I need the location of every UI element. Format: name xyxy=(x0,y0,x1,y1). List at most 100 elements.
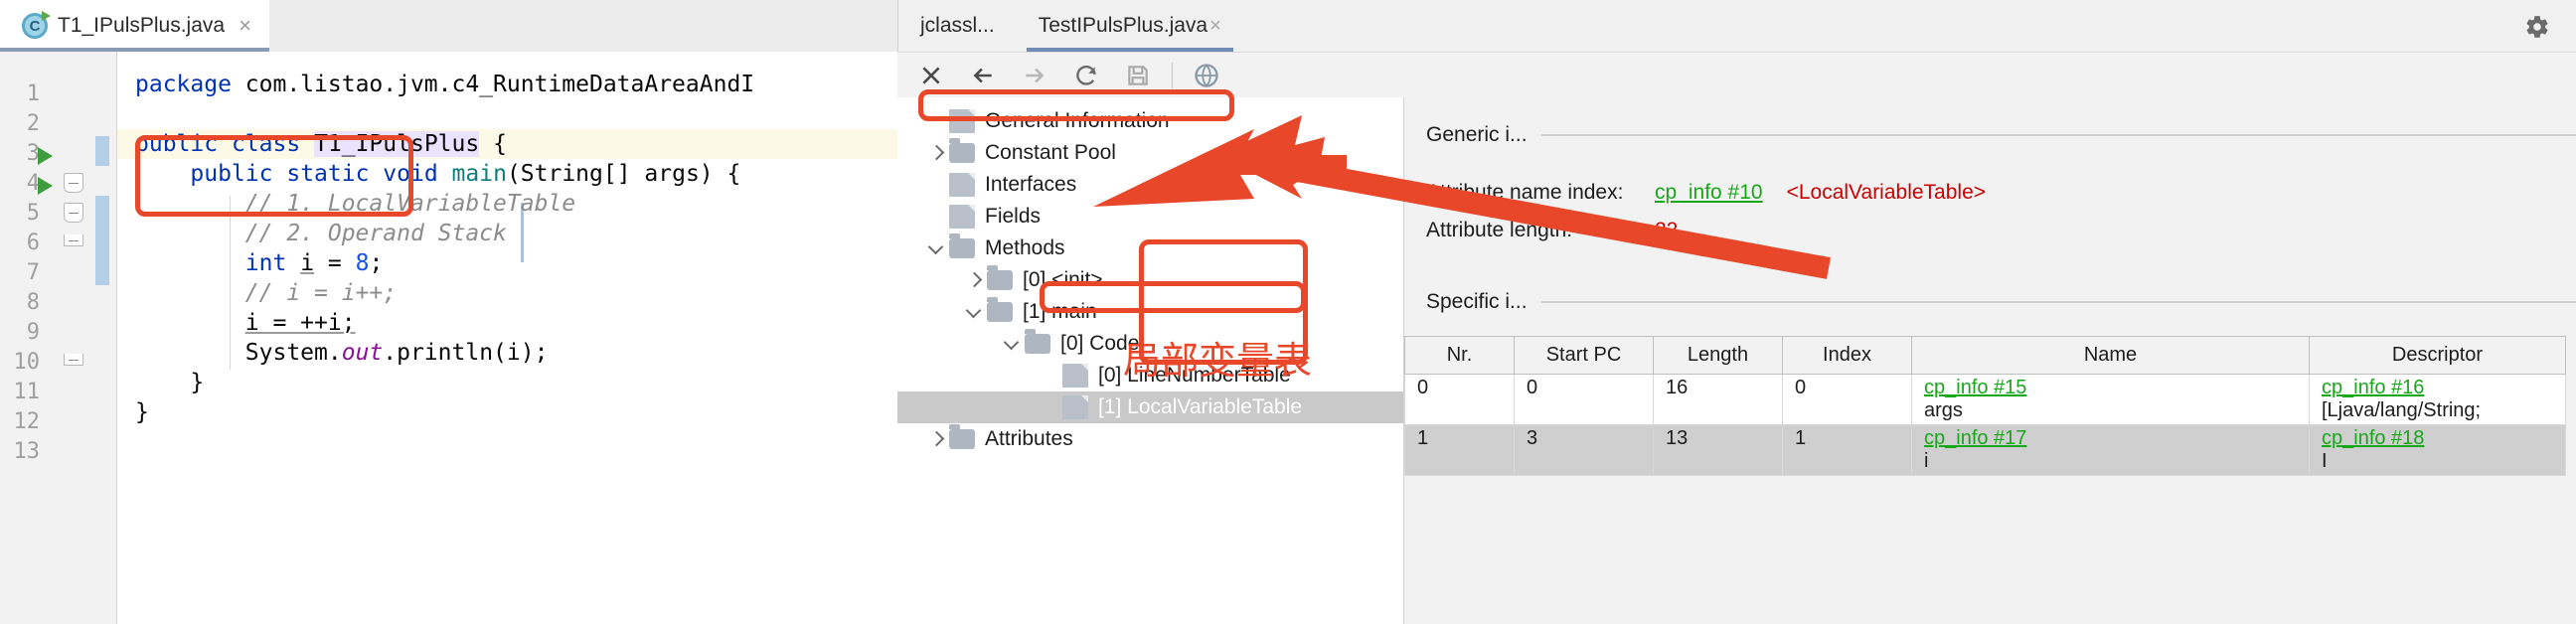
change-marker xyxy=(95,196,109,285)
cp-info-link[interactable]: cp_info #18 xyxy=(2322,427,2553,450)
attribute-length-value: 22 xyxy=(1655,219,1679,241)
chevron-right-icon[interactable] xyxy=(963,269,985,291)
tree-item-code-attribute[interactable]: [0] Code xyxy=(897,328,1403,360)
close-icon[interactable]: × xyxy=(1209,15,1221,38)
attribute-name-value: <LocalVariableTable> xyxy=(1786,181,1987,204)
document-icon xyxy=(949,173,975,197)
fold-toggle[interactable] xyxy=(64,354,83,366)
table-row[interactable]: 0 0 16 0 cp_info #15 args cp_info #16 [L… xyxy=(1404,374,2566,425)
chevron-placeholder xyxy=(925,110,947,132)
browse-web-icon[interactable] xyxy=(1181,53,1232,98)
java-class-icon: C xyxy=(22,11,51,39)
fold-toggle[interactable] xyxy=(64,203,83,223)
fold-toggle[interactable] xyxy=(64,234,83,246)
attribute-detail-panel: Generic i... Attribute name index: cp_in… xyxy=(1404,97,2576,624)
line-number: 6 xyxy=(26,231,40,255)
statement-increment: i = ++i; xyxy=(244,310,356,336)
code-line-4: public static void main(String[] args) { xyxy=(117,159,897,189)
code-line-12: } xyxy=(117,397,897,427)
cp-info-link[interactable]: cp_info #10 xyxy=(1655,181,1763,205)
col-length[interactable]: Length xyxy=(1653,336,1783,375)
line-number: 5 xyxy=(26,201,40,226)
editor-tabbar: C T1_IPulsPlus.java × xyxy=(0,0,897,52)
tree-item-interfaces[interactable]: Interfaces xyxy=(897,169,1403,201)
attribute-length-label: Attribute length: xyxy=(1426,219,1573,241)
gear-icon[interactable] xyxy=(2524,14,2550,40)
tree-item-main-method[interactable]: [1] main xyxy=(897,296,1403,328)
chevron-right-icon[interactable] xyxy=(925,142,947,164)
cell-nr: 0 xyxy=(1404,374,1515,425)
class-structure-tree[interactable]: General Information Constant Pool Interf… xyxy=(897,97,1404,624)
table-row[interactable]: 1 3 13 1 cp_info #17 i cp_info #18 I xyxy=(1404,424,2566,476)
tree-item-init-method[interactable]: [0] <init> xyxy=(897,264,1403,296)
keyword-public: public xyxy=(190,161,273,187)
cp-info-link[interactable]: cp_info #16 xyxy=(2322,377,2553,399)
code-area[interactable]: package com.listao.jvm.c4_RuntimeDataAre… xyxy=(117,52,897,624)
editor-tab-t1ipulsplus[interactable]: C T1_IPulsPlus.java × xyxy=(0,0,269,52)
tab-testipulsplus-label: TestIPulsPlus.java xyxy=(1038,14,1208,37)
col-index[interactable]: Index xyxy=(1782,336,1912,375)
local-variable-table[interactable]: Nr. Start PC Length Index Name Descripto… xyxy=(1404,336,2566,476)
col-descriptor[interactable]: Descriptor xyxy=(2309,336,2566,375)
tree-item-localvariabletable[interactable]: [1] LocalVariableTable xyxy=(897,391,1403,423)
cell-descriptor: cp_info #16 [Ljava/lang/String; xyxy=(2309,374,2566,425)
chevron-down-icon[interactable] xyxy=(1001,333,1023,355)
system-qualifier: System. xyxy=(244,340,342,366)
folder-icon xyxy=(949,424,975,449)
tab-jclasslib-label: jclassl... xyxy=(920,14,995,37)
folder-icon xyxy=(1025,329,1050,354)
tab-jclasslib[interactable]: jclassl... xyxy=(898,0,1017,52)
line-number: 1 xyxy=(26,81,40,106)
tree-item-attributes[interactable]: Attributes xyxy=(897,423,1403,455)
save-icon[interactable] xyxy=(1112,53,1164,98)
keyword-public: public xyxy=(135,131,219,157)
tree-item-constant-pool[interactable]: Constant Pool xyxy=(897,137,1403,169)
fold-toggle[interactable] xyxy=(64,173,83,193)
cp-info-link[interactable]: cp_info #15 xyxy=(1924,377,2297,399)
document-icon xyxy=(949,205,975,229)
close-icon[interactable]: × xyxy=(235,15,251,37)
run-method-gutter-icon[interactable] xyxy=(38,177,53,195)
keyword-static: static xyxy=(286,161,370,187)
app-window: C T1_IPulsPlus.java × 1 2 3 4 5 6 7 8 9 xyxy=(0,0,2576,624)
literal-8: 8 xyxy=(355,250,370,276)
document-icon xyxy=(1062,395,1088,419)
cell-length: 16 xyxy=(1653,374,1783,425)
package-name: com.listao.jvm.c4_RuntimeDataAreaAndI xyxy=(244,72,755,97)
tree-item-label: Methods xyxy=(985,236,1065,259)
close-icon[interactable] xyxy=(905,53,957,98)
attribute-name-index-label: Attribute name index: xyxy=(1426,181,1624,204)
semicolon: ; xyxy=(369,250,384,276)
comment: // i = i++; xyxy=(244,280,398,306)
editor-body: 1 2 3 4 5 6 7 8 9 10 11 12 13 package co… xyxy=(0,52,897,624)
chevron-down-icon[interactable] xyxy=(963,301,985,323)
back-arrow-icon[interactable] xyxy=(957,53,1009,98)
tool-window-tabbar: jclassl... TestIPulsPlus.java × xyxy=(897,0,2576,52)
tree-item-methods[interactable]: Methods xyxy=(897,233,1403,264)
cell-start-pc: 3 xyxy=(1514,424,1654,476)
document-icon xyxy=(949,109,975,133)
code-line-9: i = ++i; xyxy=(117,308,897,338)
forward-arrow-icon[interactable] xyxy=(1009,53,1060,98)
col-start-pc[interactable]: Start PC xyxy=(1514,336,1654,375)
cell-length: 13 xyxy=(1653,424,1783,476)
tree-item-general-information[interactable]: General Information xyxy=(897,105,1403,137)
tab-testipulsplus[interactable]: TestIPulsPlus.java × xyxy=(1017,0,1243,52)
col-nr[interactable]: Nr. xyxy=(1404,336,1515,375)
closing-brace: } xyxy=(190,370,205,395)
tree-item-linenumbertable[interactable]: [0] LineNumberTable xyxy=(897,360,1403,391)
code-line-10: System.out.println(i); xyxy=(117,338,897,368)
tree-item-fields[interactable]: Fields xyxy=(897,201,1403,233)
chevron-down-icon[interactable] xyxy=(925,237,947,259)
method-identifier: main xyxy=(451,161,507,187)
col-name[interactable]: Name xyxy=(1911,336,2310,375)
cp-info-link[interactable]: cp_info #17 xyxy=(1924,427,2297,450)
reload-icon[interactable] xyxy=(1060,53,1112,98)
cell-descriptor: cp_info #18 I xyxy=(2309,424,2566,476)
keyword-package: package xyxy=(135,72,232,97)
chevron-right-icon[interactable] xyxy=(925,428,947,450)
editor-tab-label: T1_IPulsPlus.java xyxy=(58,14,226,37)
run-class-gutter-icon[interactable] xyxy=(38,147,53,165)
tree-item-label: [0] LineNumberTable xyxy=(1098,364,1291,387)
editor-gutter[interactable]: 1 2 3 4 5 6 7 8 9 10 11 12 13 xyxy=(0,52,117,624)
